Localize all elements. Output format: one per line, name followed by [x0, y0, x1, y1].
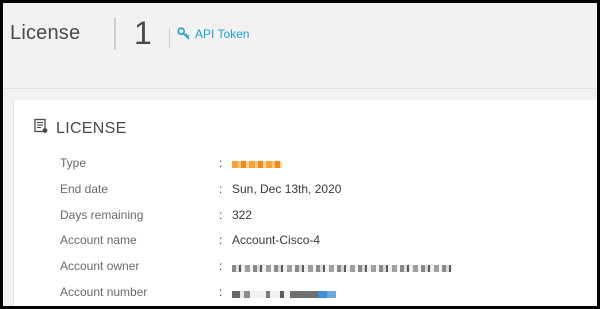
detail-value: 322: [232, 207, 253, 222]
section-title: LICENSE: [56, 119, 127, 137]
redacted-type-value: [232, 156, 282, 170]
page-title: License: [10, 22, 81, 44]
page-header: License 1 API Token: [3, 3, 597, 89]
key-icon: [177, 27, 191, 41]
license-section-header: LICENSE: [33, 118, 127, 139]
license-card: LICENSE Type : End date : Sun, Dec 13th,…: [13, 100, 597, 306]
detail-label: Account name: [60, 233, 137, 248]
detail-separator: :: [219, 207, 223, 222]
api-token-label: API Token: [195, 27, 250, 41]
license-count: 1: [134, 15, 152, 51]
window-frame: License 1 API Token LICENSE Type: End d…: [0, 0, 600, 309]
detail-separator: :: [219, 156, 223, 170]
detail-label: Type: [60, 156, 87, 170]
api-token-link[interactable]: API Token: [177, 27, 249, 41]
detail-separator: :: [219, 181, 223, 196]
detail-label: Account number: [60, 284, 148, 299]
detail-label: Days remaining: [60, 207, 144, 222]
detail-separator: :: [219, 259, 223, 274]
detail-separator: :: [219, 284, 223, 299]
redacted-owner-value: [232, 259, 452, 273]
detail-label: End date: [60, 181, 109, 196]
detail-value: Account-Cisco-4: [232, 233, 321, 248]
detail-label: Account owner: [60, 259, 140, 274]
detail-separator: :: [219, 233, 223, 248]
header-divider: [114, 18, 116, 50]
redacted-number-value: [232, 285, 336, 299]
header-divider-small: [169, 28, 170, 48]
detail-value: Sun, Dec 13th, 2020: [232, 181, 342, 196]
license-document-icon: [33, 118, 49, 139]
